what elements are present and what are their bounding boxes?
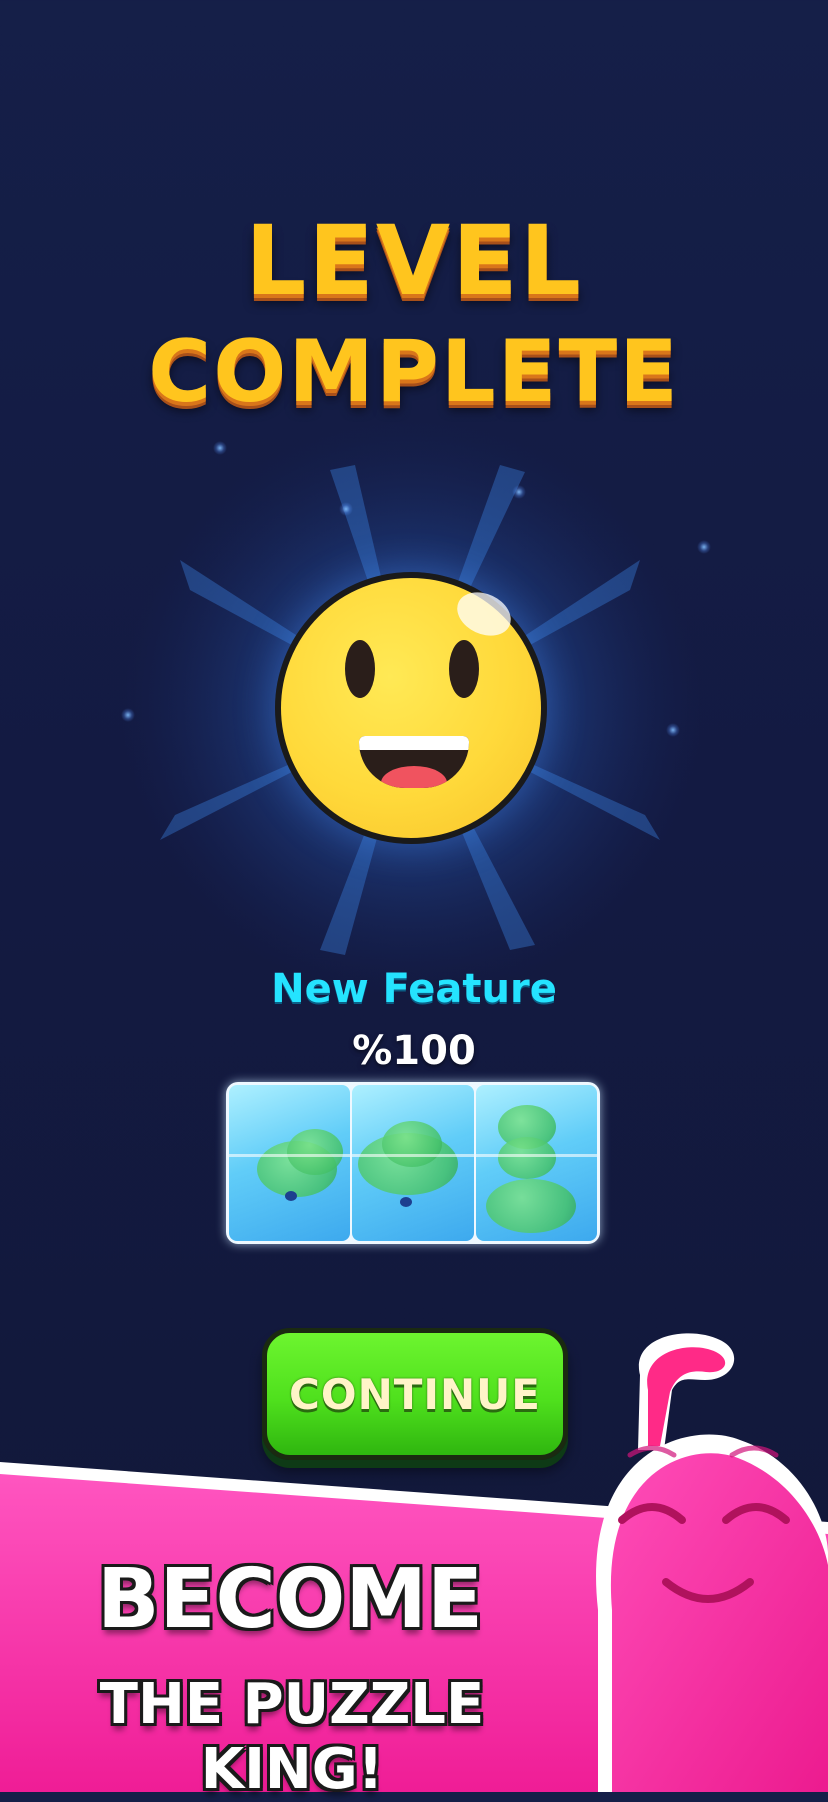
promo-subheadline: THE PUZZLE KING! bbox=[99, 1672, 485, 1802]
level-complete-screen: LEVEL COMPLETE New Feature %100 CONTINUE… bbox=[0, 0, 828, 1802]
pink-worm-mascot-icon bbox=[596, 1333, 828, 1792]
promo-headline: BECOME bbox=[96, 1552, 484, 1647]
promo-banner bbox=[0, 1333, 828, 1792]
